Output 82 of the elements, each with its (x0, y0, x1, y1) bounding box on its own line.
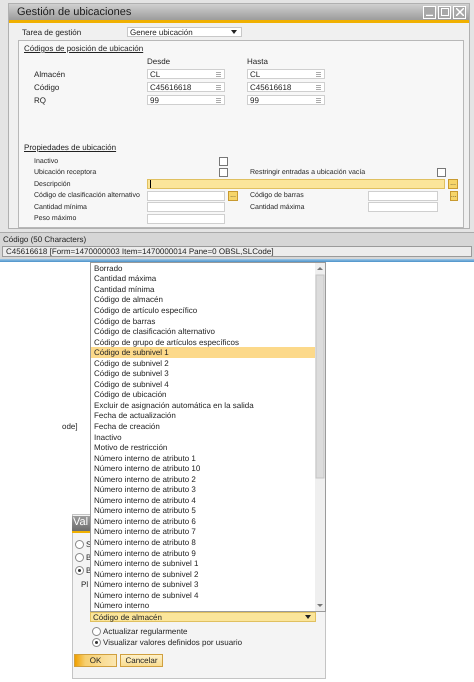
column-header: Desde (147, 57, 172, 66)
list-item[interactable]: Número interno de atributo 4 (91, 495, 315, 506)
input-field[interactable]: CL (247, 69, 325, 79)
input-field[interactable]: C45616618 (147, 82, 225, 92)
input-field[interactable] (147, 190, 225, 201)
dialog-title: Val (72, 516, 91, 533)
list-item[interactable]: Número interno de subnivel 2 (91, 568, 315, 580)
input-field[interactable]: 99 (247, 95, 325, 105)
field-label: Almacén (34, 70, 66, 78)
input-field[interactable]: 99 (147, 95, 225, 105)
list-item[interactable]: Cantidad máxima (91, 274, 315, 284)
checkbox[interactable] (219, 156, 228, 166)
list-item[interactable]: Inactivo (91, 432, 315, 442)
description-field[interactable] (147, 179, 445, 190)
status-field: C45616618 [Form=1470000003 Item=1470000014 Pane=0 OBSL,SLCode] (2, 246, 472, 257)
checkbox[interactable] (219, 168, 228, 178)
cancel-button[interactable]: Cancelar (120, 654, 163, 667)
list-item[interactable]: Número interno de subnivel 3 (91, 579, 315, 590)
minimize-button[interactable] (423, 6, 436, 18)
list-item[interactable]: Número interno de subnivel 4 (91, 590, 315, 600)
list-item[interactable]: Número interno de atributo 6 (91, 516, 315, 527)
list-item[interactable]: Código de barras (91, 316, 315, 326)
maximize-icon (440, 8, 448, 16)
window-title: Gestión de ubicaciones (17, 6, 132, 18)
maximize-button[interactable] (438, 6, 451, 18)
field-label: RQ (34, 96, 47, 104)
list-item[interactable]: Número interno de atributo 5 (91, 506, 315, 516)
list-icon (316, 72, 321, 76)
input-field[interactable] (147, 214, 225, 224)
close-icon (456, 8, 464, 16)
list-item[interactable]: Número interno (91, 600, 315, 612)
input-field[interactable]: C45616618 (247, 82, 325, 92)
field-label: Tarea de gestión (22, 28, 82, 36)
section-heading: Propiedades de ubicación (24, 143, 116, 152)
field-label: Código (34, 82, 60, 92)
list-item[interactable]: Número interno de subnivel 1 (91, 558, 315, 569)
list-item[interactable]: Código de clasificación alternativo (91, 326, 315, 337)
list-icon (316, 98, 321, 102)
input-field[interactable] (368, 202, 438, 212)
list-item[interactable]: Fecha de creación (91, 421, 315, 432)
option-label: Visualizar valores definidos por usuario (103, 638, 242, 647)
caret-icon (231, 30, 237, 34)
list-item[interactable]: Número interno de atributo 3 (91, 484, 315, 496)
list-item[interactable]: Código de subnivel 4 (91, 379, 315, 390)
list-item[interactable]: Número interno de atributo 2 (91, 474, 315, 484)
list-icon (216, 98, 221, 102)
list-item[interactable]: Número interno de atributo 7 (91, 526, 315, 538)
list-item[interactable]: Número interno de atributo 1 (91, 452, 315, 464)
input-field[interactable] (147, 202, 225, 212)
section-heading: Códigos de posición de ubicación (24, 44, 144, 53)
input-field[interactable] (368, 190, 438, 201)
list-item[interactable]: Fecha de actualización (91, 410, 315, 422)
list-item[interactable]: Código de almacén (91, 294, 315, 306)
field-dropdown[interactable]: Código de almacén (90, 612, 316, 622)
list-item[interactable]: Código de artículo específico (91, 305, 315, 316)
list-item[interactable]: Código de ubicación (91, 390, 315, 400)
list-item[interactable]: Cantidad mínima (91, 284, 315, 295)
input-field[interactable]: CL (147, 69, 225, 79)
list-item[interactable]: Número interno de atributo 8 (91, 537, 315, 548)
list-item[interactable]: Motivo de restricción (91, 442, 315, 453)
list-item[interactable]: Excluir de asignación automática en la salida (91, 400, 315, 411)
list-item[interactable]: Código de subnivel 1 (91, 347, 315, 358)
list-item[interactable]: Número interno de atributo 9 (91, 548, 315, 558)
column-header: Hasta (247, 57, 269, 66)
list-item[interactable]: Código de subnivel 3 (91, 368, 315, 380)
list-item[interactable]: Código de subnivel 2 (91, 358, 315, 368)
list-item[interactable]: Código de grupo de artículos específicos (91, 336, 315, 348)
caret-icon (305, 615, 311, 619)
close-button[interactable] (453, 6, 466, 18)
list-item[interactable]: Número interno de atributo 10 (91, 463, 315, 474)
field-label: Pl (81, 580, 88, 589)
checkbox[interactable] (437, 168, 446, 178)
list-item[interactable]: Borrado (91, 263, 315, 274)
list-icon (216, 84, 221, 90)
ok-button[interactable]: OK (74, 654, 117, 667)
list-icon (216, 72, 221, 76)
status-text: Código (50 Characters) (3, 235, 86, 244)
task-dropdown[interactable]: Genere ubicación (127, 27, 242, 37)
field-text: ode] (62, 422, 78, 431)
option-label: Actualizar regularmente (103, 627, 188, 636)
scrollbar[interactable] (315, 263, 325, 611)
list-icon (316, 84, 321, 90)
